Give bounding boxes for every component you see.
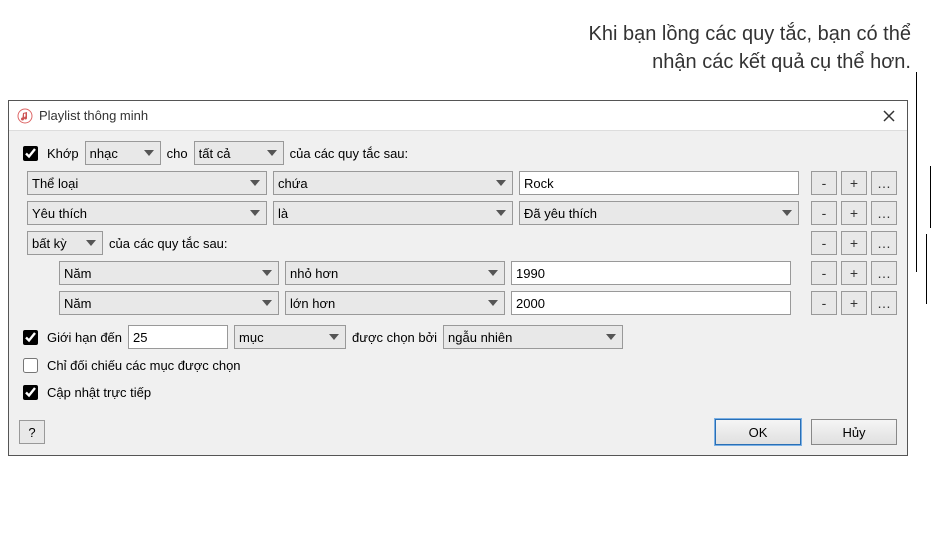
rule-operator-select[interactable]: chứa: [273, 171, 513, 195]
match-checked-checkbox[interactable]: [23, 358, 38, 373]
match-checked-label: Chỉ đối chiếu các mục được chọn: [47, 358, 241, 373]
remove-rule-button[interactable]: -: [811, 231, 837, 255]
rule-operator-select[interactable]: là: [273, 201, 513, 225]
rule-field-select[interactable]: Thể loại: [27, 171, 267, 195]
rule-operator-select[interactable]: lớn hơn: [285, 291, 505, 315]
music-note-icon: [17, 108, 33, 124]
minus-icon: -: [822, 175, 827, 191]
nest-rule-button[interactable]: …: [871, 231, 897, 255]
selected-by-select[interactable]: ngẫu nhiên: [443, 325, 623, 349]
selected-by-label: được chọn bởi: [352, 330, 437, 345]
match-checkbox[interactable]: [23, 146, 38, 161]
ellipsis-icon: …: [877, 235, 891, 251]
for-label: cho: [167, 146, 188, 161]
help-button[interactable]: ?: [19, 420, 45, 444]
media-type-select[interactable]: nhạc: [85, 141, 161, 165]
limit-unit-select[interactable]: mục: [234, 325, 346, 349]
rule-value-select[interactable]: Đã yêu thích: [519, 201, 799, 225]
add-rule-button[interactable]: +: [841, 201, 867, 225]
rule-value-input[interactable]: [511, 261, 791, 285]
annotation-line-2: nhận các kết quả cụ thể hơn.: [652, 51, 911, 73]
limit-row: Giới hạn đến mục được chọn bởi ngẫu nhiê…: [19, 325, 897, 349]
nested-quantifier-select[interactable]: bất kỳ: [27, 231, 103, 255]
ok-button[interactable]: OK: [715, 419, 801, 445]
help-icon: ?: [28, 425, 35, 440]
add-rule-button[interactable]: +: [841, 291, 867, 315]
nested-suffix: của các quy tắc sau:: [109, 236, 228, 251]
nested-rule-row: Năm nhỏ hơn - + …: [19, 261, 897, 285]
ellipsis-icon: …: [877, 265, 891, 281]
dialog-content: Khớp nhạc cho tất cả của các quy tắc sau…: [9, 131, 907, 455]
close-icon[interactable]: [879, 106, 899, 126]
rule-value-input[interactable]: [511, 291, 791, 315]
rule-field-select[interactable]: Năm: [59, 261, 279, 285]
help-annotation: Khi bạn lồng các quy tắc, bạn có thể nhậ…: [589, 20, 911, 76]
ellipsis-icon: …: [877, 175, 891, 191]
live-update-checkbox[interactable]: [23, 385, 38, 400]
match-label: Khớp: [47, 146, 79, 161]
smart-playlist-dialog: Playlist thông minh Khớp nhạc cho tất cả…: [8, 100, 908, 456]
ellipsis-icon: …: [877, 205, 891, 221]
plus-icon: +: [850, 235, 858, 251]
ellipsis-icon: …: [877, 295, 891, 311]
match-row: Khớp nhạc cho tất cả của các quy tắc sau…: [19, 141, 897, 165]
rule-field-select[interactable]: Năm: [59, 291, 279, 315]
add-rule-button[interactable]: +: [841, 171, 867, 195]
dialog-footer: ? OK Hủy: [19, 409, 897, 445]
nest-rule-button[interactable]: …: [871, 171, 897, 195]
live-update-label: Cập nhật trực tiếp: [47, 385, 151, 400]
remove-rule-button[interactable]: -: [811, 261, 837, 285]
nest-rule-button[interactable]: …: [871, 201, 897, 225]
limit-checkbox[interactable]: [23, 330, 38, 345]
minus-icon: -: [822, 205, 827, 221]
nest-rule-button[interactable]: …: [871, 291, 897, 315]
bracket-icon: [926, 234, 927, 304]
minus-icon: -: [822, 265, 827, 281]
remove-rule-button[interactable]: -: [811, 291, 837, 315]
minus-icon: -: [822, 235, 827, 251]
nest-rule-button[interactable]: …: [871, 261, 897, 285]
cancel-button[interactable]: Hủy: [811, 419, 897, 445]
rule-row: Yêu thích là Đã yêu thích - + …: [19, 201, 897, 225]
rule-value-input[interactable]: [519, 171, 799, 195]
plus-icon: +: [850, 265, 858, 281]
add-rule-button[interactable]: +: [841, 261, 867, 285]
match-suffix: của các quy tắc sau:: [290, 146, 409, 161]
window-title: Playlist thông minh: [39, 108, 879, 123]
limit-value-input[interactable]: [128, 325, 228, 349]
plus-icon: +: [850, 295, 858, 311]
rule-row: Thể loại chứa - + …: [19, 171, 897, 195]
match-checked-row: Chỉ đối chiếu các mục được chọn: [19, 355, 897, 376]
remove-rule-button[interactable]: -: [811, 201, 837, 225]
nested-group-header: bất kỳ của các quy tắc sau: - + …: [19, 231, 897, 255]
annotation-line-1: Khi bạn lồng các quy tắc, bạn có thể: [589, 23, 911, 45]
minus-icon: -: [822, 295, 827, 311]
rule-field-select[interactable]: Yêu thích: [27, 201, 267, 225]
titlebar: Playlist thông minh: [9, 101, 907, 131]
limit-label: Giới hạn đến: [47, 330, 122, 345]
rule-operator-select[interactable]: nhỏ hơn: [285, 261, 505, 285]
quantifier-select[interactable]: tất cả: [194, 141, 284, 165]
remove-rule-button[interactable]: -: [811, 171, 837, 195]
callout-line: [916, 72, 917, 272]
live-update-row: Cập nhật trực tiếp: [19, 382, 897, 403]
add-rule-button[interactable]: +: [841, 231, 867, 255]
nested-rule-row: Năm lớn hơn - + …: [19, 291, 897, 315]
plus-icon: +: [850, 205, 858, 221]
plus-icon: +: [850, 175, 858, 191]
